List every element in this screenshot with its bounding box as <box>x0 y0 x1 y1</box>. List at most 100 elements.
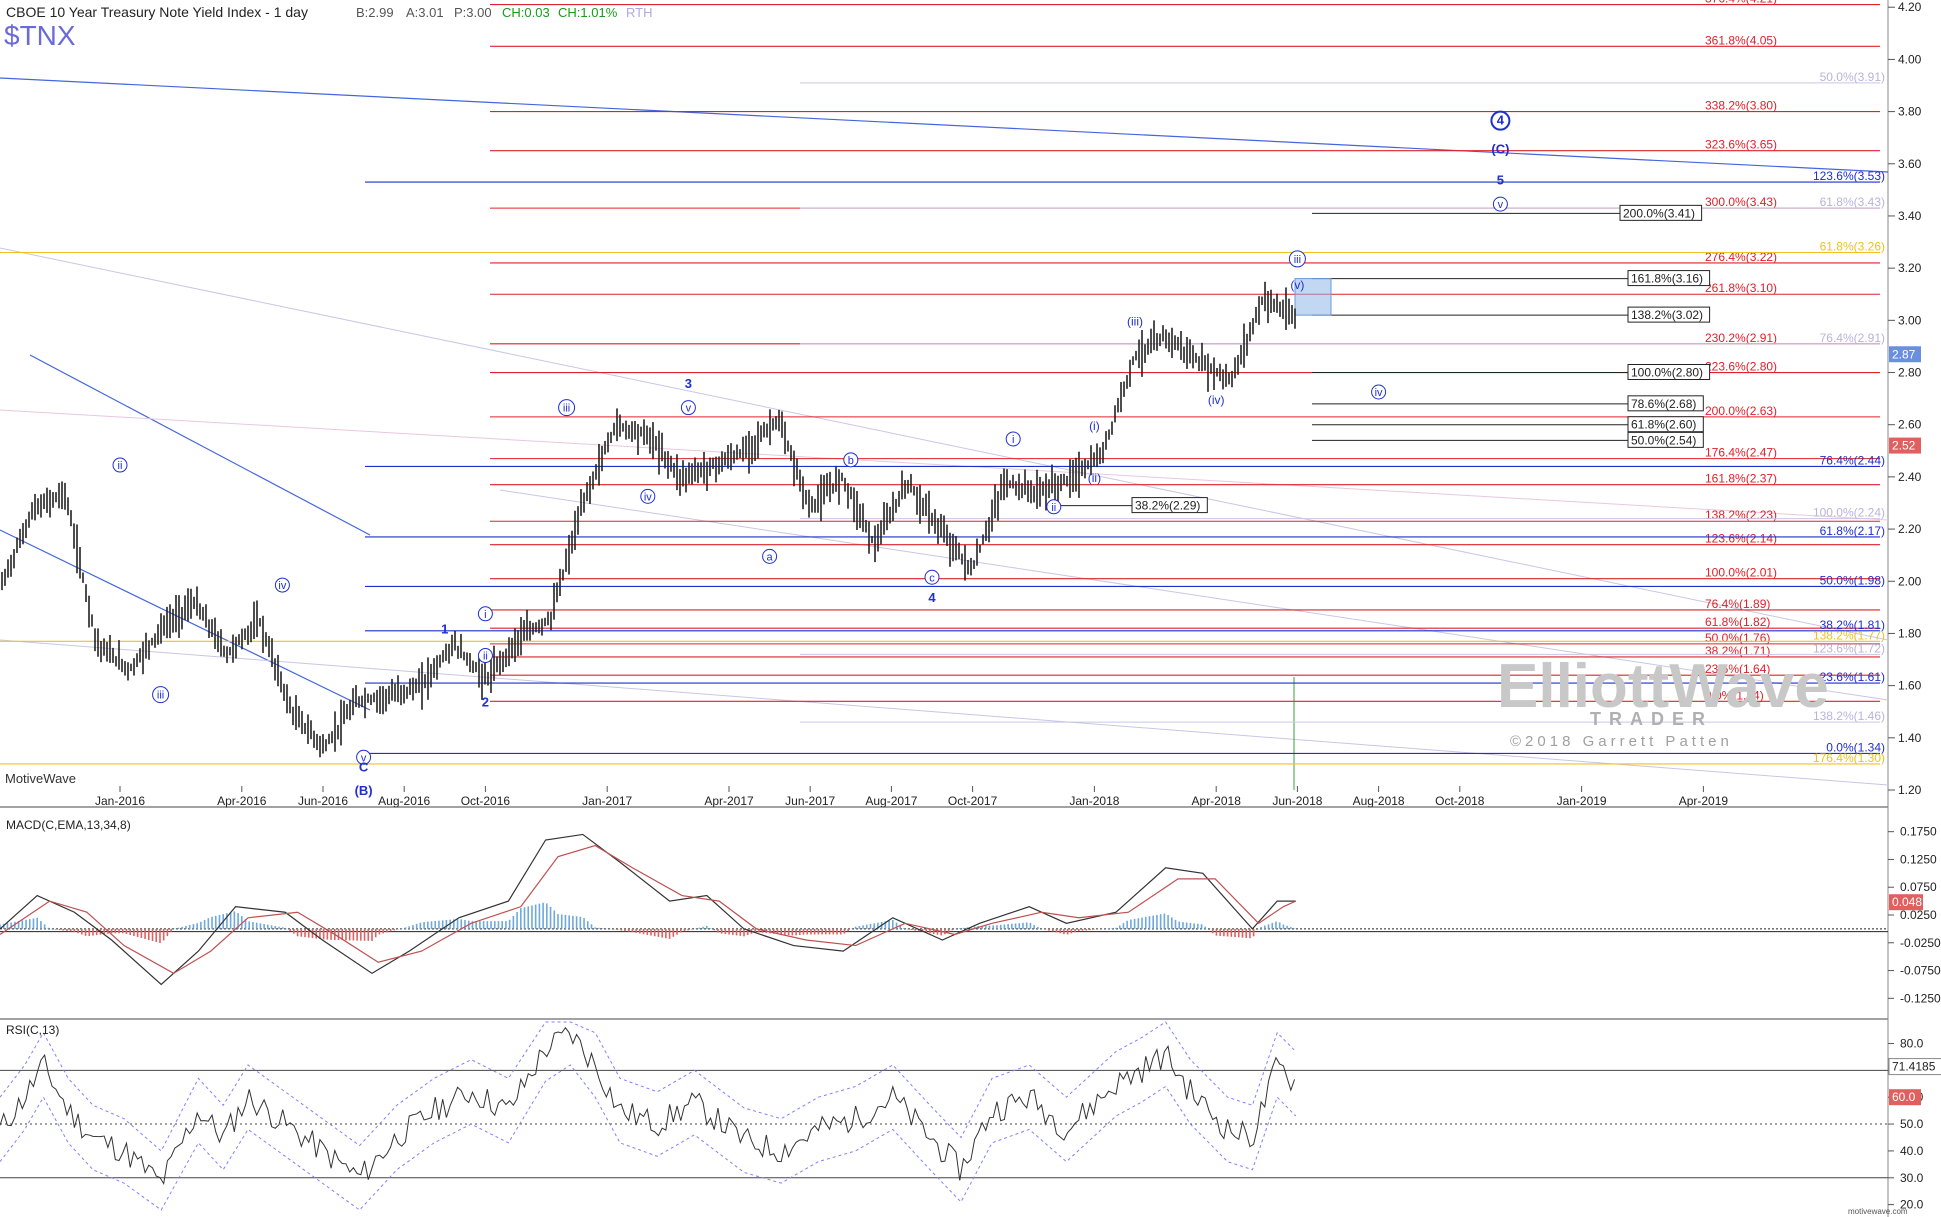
price-tag-label: 2.87 <box>1892 347 1916 361</box>
wave-label: ii <box>1051 502 1056 514</box>
platform-name: MotiveWave <box>5 771 76 786</box>
wave-label: 2 <box>482 695 489 710</box>
y-tick-label: 1.20 <box>1898 783 1922 797</box>
wave-label: c <box>929 572 935 584</box>
wave-label: 4 <box>928 590 936 605</box>
macd-panel <box>0 810 1888 1020</box>
wave-label: 1 <box>441 621 448 636</box>
y-tick-label: 0.1250 <box>1900 852 1937 866</box>
fib-label: 376.4%(4.21) <box>1705 0 1777 6</box>
y-tick-label: -0.1250 <box>1900 991 1941 1005</box>
projection-label: 161.8%(3.16) <box>1631 272 1703 286</box>
fib-label: 361.8%(4.05) <box>1705 33 1777 47</box>
wave-label: iv <box>644 491 652 503</box>
wave-label: (v) <box>1290 278 1304 292</box>
fib-label: 61.8%(2.17) <box>1820 524 1885 538</box>
x-tick-label: Apr-2017 <box>704 794 754 808</box>
chart-title: CBOE 10 Year Treasury Note Yield Index -… <box>6 4 308 20</box>
fib-label: 76.4%(1.89) <box>1705 597 1770 611</box>
value-tag-label: 0.048 <box>1892 895 1922 909</box>
website: motivewave.com <box>1848 1207 1908 1216</box>
projection-label: 38.2%(2.29) <box>1135 499 1200 513</box>
x-tick-label: Aug-2018 <box>1353 794 1405 808</box>
wave-label: ii <box>118 460 123 472</box>
x-tick-label: Jan-2017 <box>582 794 632 808</box>
fib-label: 138.2%(1.77) <box>1813 628 1885 642</box>
y-tick-label: 4.20 <box>1898 0 1922 14</box>
y-tick-label: 2.40 <box>1898 470 1922 484</box>
y-tick-label: 2.00 <box>1898 574 1922 588</box>
wave-label: v <box>686 403 692 415</box>
wave-label: (ii) <box>1088 471 1101 485</box>
wave-label: (B) <box>355 783 373 798</box>
wave-label: iv <box>278 580 286 592</box>
x-tick-label: Oct-2017 <box>948 794 998 808</box>
wave-label: 4 <box>1497 113 1505 128</box>
x-tick-label: Apr-2016 <box>217 794 267 808</box>
quote-bid: B:2.99 <box>356 5 394 20</box>
wave-label: ii <box>483 651 488 663</box>
fib-label: 176.4%(1.30) <box>1813 751 1885 765</box>
fib-label: 50.0%(3.91) <box>1820 70 1885 84</box>
y-tick-label: 3.20 <box>1898 261 1922 275</box>
fib-label: 338.2%(3.80) <box>1705 99 1777 113</box>
fib-label: 100.0%(2.01) <box>1705 566 1777 580</box>
wave-label: b <box>848 455 854 467</box>
copyright-text: ©2018 Garrett Patten <box>1510 733 1733 750</box>
fib-label: 100.0%(2.24) <box>1813 506 1885 520</box>
fib-label: 300.0%(3.43) <box>1705 195 1777 209</box>
price-tag-label: 2.52 <box>1892 439 1916 453</box>
quote-ask: A:3.01 <box>406 5 444 20</box>
y-tick-label: 3.00 <box>1898 313 1922 327</box>
y-tick-label: -0.0750 <box>1900 964 1941 978</box>
quote-last: P:3.00 <box>454 5 492 20</box>
wave-label: C <box>359 760 369 775</box>
x-tick-label: Aug-2017 <box>865 794 917 808</box>
y-tick-label: 0.1750 <box>1900 825 1937 839</box>
projection-label: 50.0%(2.54) <box>1631 433 1696 447</box>
y-tick-label: 1.60 <box>1898 679 1922 693</box>
quote-rth: RTH <box>626 5 652 20</box>
wave-label: v <box>1498 199 1504 211</box>
wave-label: iii <box>157 690 164 702</box>
fib-label: 61.8%(3.43) <box>1820 195 1885 209</box>
rsi-title: RSI(C,13) <box>6 1023 59 1037</box>
value-tag-label: 60.0 <box>1892 1090 1916 1104</box>
quote-change-pct: CH:1.01% <box>558 5 618 20</box>
x-tick-label: Jun-2017 <box>785 794 835 808</box>
fib-label: 261.8%(3.10) <box>1705 281 1777 295</box>
wave-label: 5 <box>1497 173 1504 188</box>
x-tick-label: Apr-2018 <box>1192 794 1242 808</box>
wave-label: iii <box>563 403 570 415</box>
fib-label: 61.8%(3.26) <box>1820 239 1885 253</box>
fib-label: 123.6%(2.14) <box>1705 532 1777 546</box>
wave-label: iv <box>1375 387 1383 399</box>
fib-label: 200.0%(2.63) <box>1705 404 1777 418</box>
fib-label: 176.4%(2.47) <box>1705 446 1777 460</box>
y-tick-label: 30.0 <box>1900 1171 1924 1185</box>
projection-label: 100.0%(2.80) <box>1631 366 1703 380</box>
wave-label: a <box>767 551 774 563</box>
fib-label: 223.6%(2.80) <box>1705 360 1777 374</box>
y-tick-label: 3.80 <box>1898 105 1922 119</box>
wave-label: iii <box>1294 254 1301 266</box>
x-tick-label: Oct-2018 <box>1435 794 1485 808</box>
projection-label: 200.0%(3.41) <box>1623 206 1695 220</box>
y-tick-label: 0.0750 <box>1900 880 1937 894</box>
wave-label: (iii) <box>1127 315 1143 329</box>
x-tick-label: Jan-2016 <box>95 794 145 808</box>
fib-label: 76.4%(2.91) <box>1820 331 1885 345</box>
fib-label: 123.6%(3.53) <box>1813 169 1885 183</box>
wave-label: (iv) <box>1208 393 1225 407</box>
chart-canvas: 4.20 4.00 3.80 3.60 3.40 3.20 3.00 2.80 2.60 2.40… <box>0 0 1941 1217</box>
x-tick-label: Aug-2016 <box>378 794 430 808</box>
projection-label: 61.8%(2.60) <box>1631 418 1696 432</box>
y-tick-label: 50.0 <box>1900 1117 1924 1131</box>
y-tick-label: 1.80 <box>1898 626 1922 640</box>
wave-label: (C) <box>1491 141 1509 156</box>
wave-label: i <box>484 609 486 621</box>
macd-title: MACD(C,EMA,13,34,8) <box>6 818 131 832</box>
value-tag-label: 71.4185 <box>1892 1060 1936 1074</box>
y-tick-label: 40.0 <box>1900 1144 1924 1158</box>
y-tick-label: 4.00 <box>1898 52 1922 66</box>
